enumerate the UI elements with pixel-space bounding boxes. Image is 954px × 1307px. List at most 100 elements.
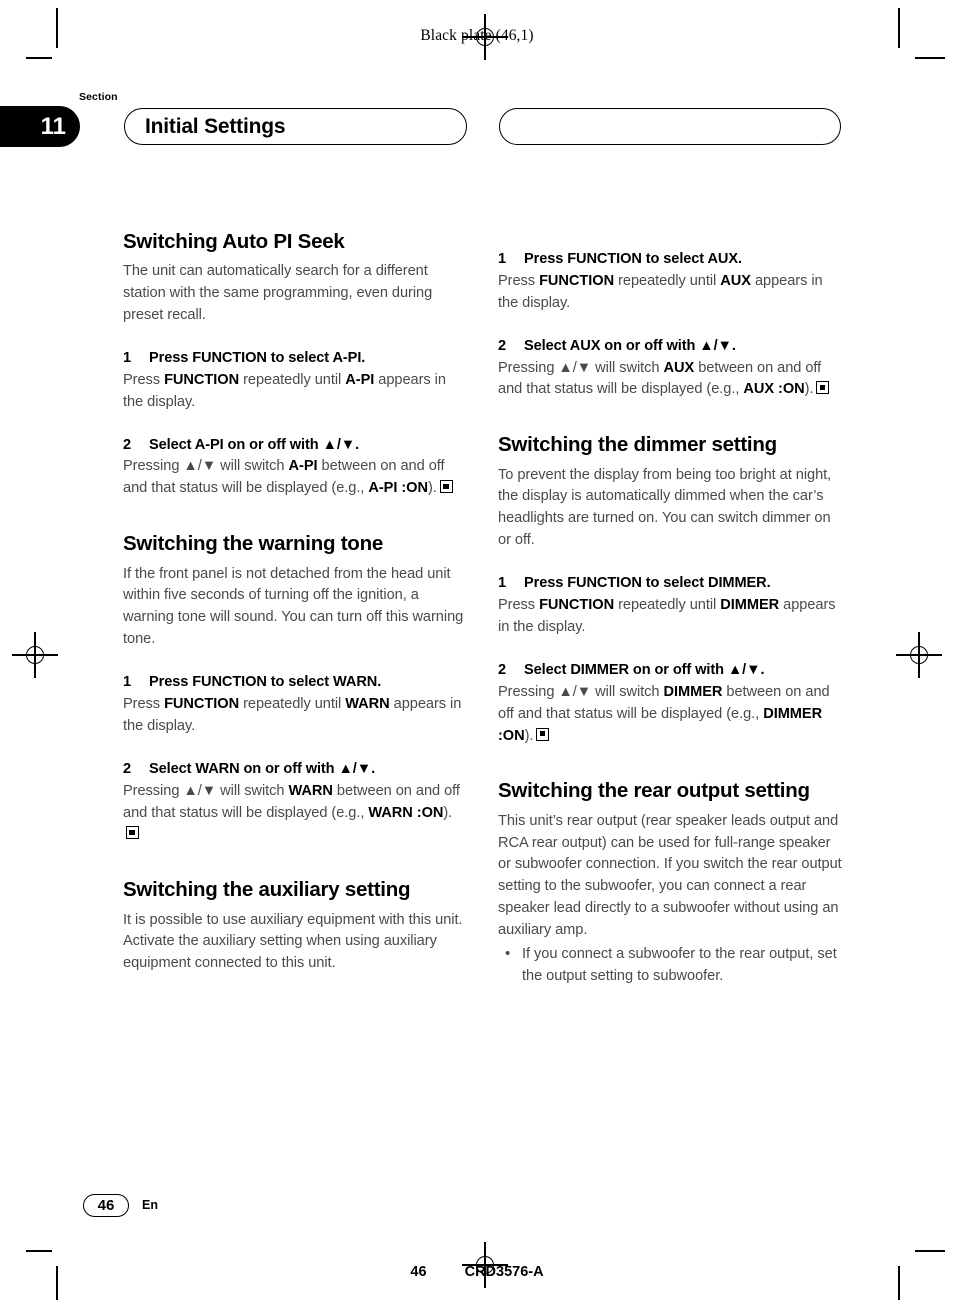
procedure-step: 2 Select WARN on or off with ▲/▼. Pressing… bbox=[123, 759, 467, 847]
body-text: repeatedly until bbox=[239, 695, 346, 712]
step-heading: 2 Select WARN on or off with ▲/▼. bbox=[123, 759, 467, 781]
procedure-step: 1 Press FUNCTION to select AUX. Press FUNC… bbox=[498, 249, 842, 315]
crop-mark-top-right-horizontal bbox=[915, 57, 945, 59]
right-text-column: 1 Press FUNCTION to select AUX. Press FUNC… bbox=[498, 228, 842, 988]
procedure-step: 1 Press FUNCTION to select A-PI. Press FUN… bbox=[123, 348, 467, 414]
step-heading: 1 Press FUNCTION to select A-PI. bbox=[123, 348, 467, 370]
emphasis-text: A-PI :ON bbox=[368, 480, 428, 497]
body-text: Press bbox=[498, 272, 540, 289]
end-of-procedure-icon bbox=[439, 480, 453, 494]
body-text: Pressing ▲/▼ will switch bbox=[498, 359, 664, 376]
step-heading-text: Press FUNCTION to select DIMMER. bbox=[524, 575, 771, 592]
section-number: 11 bbox=[40, 112, 66, 140]
left-text-column: Switching Auto PI Seek The unit can autom… bbox=[123, 228, 467, 975]
section-intro-paragraph: It is possible to use auxiliary equipmen… bbox=[123, 911, 463, 972]
body-text: Pressing ▲/▼ will switch bbox=[498, 683, 664, 700]
body-text: repeatedly until bbox=[614, 597, 721, 614]
step-heading-text: Select WARN on or off with ▲/▼. bbox=[149, 760, 376, 777]
note-list-item: If you connect a subwoofer to the rear o… bbox=[498, 943, 842, 988]
page-title: Initial Settings bbox=[145, 114, 286, 138]
step-number: 2 bbox=[123, 760, 132, 777]
end-of-procedure-icon bbox=[536, 727, 550, 741]
manual-page: Black plate (46,1) Section 11 Initial Se… bbox=[0, 0, 954, 1307]
end-of-procedure-icon bbox=[816, 381, 830, 395]
section-intro-paragraph: This unit’s rear output (rear speaker le… bbox=[498, 812, 842, 939]
section-intro-paragraph: To prevent the display from being too br… bbox=[498, 466, 832, 549]
step-heading-text: Press FUNCTION to select AUX. bbox=[524, 251, 742, 267]
section-label: Section bbox=[79, 91, 118, 103]
section-rear-output-setting: Switching the rear output setting This un… bbox=[498, 777, 842, 987]
black-plate-label: Black plate (46,1) bbox=[420, 27, 534, 44]
section-heading: Switching Auto PI Seek bbox=[123, 230, 345, 253]
registration-mark-right bbox=[896, 632, 942, 678]
body-text: Press bbox=[123, 695, 165, 712]
step-body: Press FUNCTION repeatedly until A-PI app… bbox=[123, 370, 467, 414]
section-heading: Switching the rear output setting bbox=[498, 779, 810, 803]
emphasis-text: FUNCTION bbox=[164, 371, 240, 388]
step-heading-text: Select A-PI on or off with ▲/▼. bbox=[149, 436, 360, 453]
section-heading: Switching the warning tone bbox=[123, 532, 383, 556]
section-dimmer-setting: Switching the dimmer setting To prevent t… bbox=[498, 431, 842, 747]
step-number: 1 bbox=[123, 674, 132, 691]
crop-mark-bottom-left-horizontal bbox=[26, 1250, 52, 1252]
page-number-badge: 46 bbox=[83, 1194, 129, 1217]
step-heading: 1 Press FUNCTION to select AUX. bbox=[498, 249, 842, 271]
step-heading-text: Press FUNCTION to select WARN. bbox=[149, 674, 382, 691]
step-heading: 1 Press FUNCTION to select DIMMER. bbox=[498, 573, 842, 595]
step-heading: 2 Select A-PI on or off with ▲/▼. bbox=[123, 435, 467, 457]
body-text: Pressing ▲/▼ will switch bbox=[123, 458, 289, 475]
step-number: 1 bbox=[123, 349, 132, 366]
section-warning-tone: Switching the warning tone If the front p… bbox=[123, 530, 467, 846]
language-code: En bbox=[142, 1198, 158, 1212]
body-text: Pressing ▲/▼ will switch bbox=[123, 782, 289, 799]
step-number: 2 bbox=[498, 661, 507, 678]
section-auxiliary-setting: Switching the auxiliary setting It is pos… bbox=[123, 876, 467, 975]
section-heading: Switching the dimmer setting bbox=[498, 433, 777, 457]
step-heading-text: Select DIMMER on or off with ▲/▼. bbox=[524, 661, 765, 678]
procedure-step: 2 Select AUX on or off with ▲/▼. Pressing … bbox=[498, 336, 842, 402]
emphasis-text: FUNCTION bbox=[539, 272, 615, 289]
emphasis-text: DIMMER bbox=[663, 683, 723, 700]
procedure-step: 2 Select DIMMER on or off with ▲/▼. Pressi… bbox=[498, 660, 842, 748]
step-body: Press FUNCTION repeatedly until AUX appe… bbox=[498, 271, 842, 315]
body-text: ). bbox=[427, 480, 437, 497]
body-text: repeatedly until bbox=[239, 371, 346, 388]
chapter-title-banner: Initial Settings bbox=[124, 108, 467, 145]
footer-page-number: 46 bbox=[410, 1264, 427, 1280]
section-intro-paragraph: If the front panel is not detached from … bbox=[123, 565, 464, 648]
step-body: Pressing ▲/▼ will switch DIMMER between … bbox=[498, 682, 842, 748]
step-number: 1 bbox=[498, 575, 507, 592]
procedure-step: 2 Select A-PI on or off with ▲/▼. Pressing… bbox=[123, 435, 467, 501]
emphasis-text: FUNCTION bbox=[164, 695, 240, 712]
step-heading-text: Select AUX on or off with ▲/▼. bbox=[524, 337, 736, 354]
body-text: Press bbox=[498, 597, 540, 614]
section-auto-pi-seek: Switching Auto PI Seek The unit can autom… bbox=[123, 228, 467, 500]
emphasis-text: WARN :ON bbox=[368, 804, 444, 821]
print-footer: 46 CRD3576-A bbox=[0, 1264, 954, 1280]
section-intro-paragraph: The unit can automatically search for a … bbox=[123, 263, 433, 324]
end-of-procedure-icon bbox=[126, 826, 139, 840]
step-heading: 2 Select DIMMER on or off with ▲/▼. bbox=[498, 660, 842, 682]
body-text: ). bbox=[804, 381, 814, 398]
step-body: Press FUNCTION repeatedly until DIMMER a… bbox=[498, 595, 842, 639]
registration-mark-left bbox=[12, 632, 58, 678]
step-body: Pressing ▲/▼ will switch AUX between on … bbox=[498, 358, 842, 402]
emphasis-text: AUX :ON bbox=[743, 381, 805, 398]
step-number: 1 bbox=[498, 251, 507, 267]
emphasis-text: DIMMER bbox=[720, 597, 780, 614]
emphasis-text: WARN bbox=[345, 695, 390, 712]
section-heading: Switching the auxiliary setting bbox=[123, 878, 411, 902]
body-text: repeatedly until bbox=[614, 272, 721, 289]
step-heading: 2 Select AUX on or off with ▲/▼. bbox=[498, 336, 842, 358]
step-number: 2 bbox=[123, 436, 132, 453]
step-body: Pressing ▲/▼ will switch WARN between on… bbox=[123, 781, 467, 847]
section-number-badge: 11 bbox=[0, 106, 80, 147]
document-code: CRD3576-A bbox=[464, 1264, 544, 1280]
emphasis-text: WARN bbox=[288, 782, 333, 799]
step-body: Press FUNCTION repeatedly until WARN app… bbox=[123, 694, 467, 738]
emphasis-text: AUX bbox=[663, 359, 695, 376]
step-number: 2 bbox=[498, 337, 507, 354]
emphasis-text: A-PI bbox=[345, 371, 375, 388]
emphasis-text: AUX bbox=[720, 272, 751, 289]
body-text: Press bbox=[123, 371, 165, 388]
